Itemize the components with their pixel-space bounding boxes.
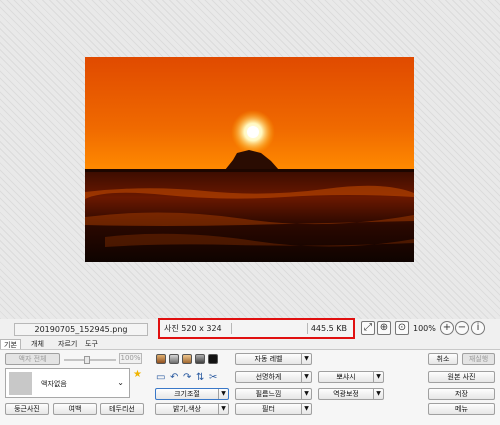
- chevron-down-icon[interactable]: ▼: [301, 372, 311, 382]
- menu-button[interactable]: 메뉴: [428, 403, 495, 415]
- margin-button[interactable]: 여백: [53, 403, 97, 415]
- frame-select-value: 액자없음: [41, 380, 67, 388]
- zoom-level: 100%: [413, 324, 436, 333]
- rotate-left-icon[interactable]: ↶: [170, 373, 178, 383]
- rounded-photo-button[interactable]: 둥근사진: [5, 403, 49, 415]
- frame-all-button[interactable]: 액자 전체: [5, 353, 60, 365]
- file-size: 445.5 KB: [310, 324, 347, 333]
- filter-button[interactable]: 필터 ▼: [235, 403, 312, 415]
- border-line-button[interactable]: 테두리선: [100, 403, 144, 415]
- original-photo-button[interactable]: 원본 사진: [428, 371, 495, 383]
- brightness-label: 밝기,색상: [173, 405, 201, 413]
- auto-level-label: 자동 레벨: [254, 355, 283, 363]
- frame-thumbnail: [9, 372, 32, 395]
- filename-field: 20190705_152945.png: [14, 323, 148, 336]
- resize-label: 크기조절: [174, 390, 200, 398]
- progress-area: [234, 323, 308, 334]
- chevron-down-icon[interactable]: ▼: [301, 354, 311, 364]
- sharpen-label: 선명하게: [255, 373, 282, 381]
- backlight-label: 역광보정: [333, 390, 359, 398]
- chevron-down-icon[interactable]: ▼: [373, 389, 383, 399]
- backlight-button[interactable]: 역광보정 ▼: [318, 388, 384, 400]
- chevron-down-icon[interactable]: ▼: [373, 372, 383, 382]
- resize-button[interactable]: 크기조절 ▼: [155, 388, 229, 400]
- frame-select[interactable]: 액자없음 ⌄: [5, 368, 130, 398]
- save-button[interactable]: 저장: [428, 388, 495, 400]
- slider-track: [64, 359, 116, 361]
- cancel-button[interactable]: 취소: [428, 353, 458, 365]
- filter-label: 필터: [262, 405, 275, 413]
- soft-glow-label: 뽀샤시: [336, 373, 356, 381]
- dark-tone-icon[interactable]: [195, 354, 205, 364]
- slider-thumb[interactable]: [84, 356, 90, 364]
- auto-level-button[interactable]: 자동 레벨 ▼: [235, 353, 312, 365]
- chevron-down-icon[interactable]: ▼: [301, 404, 311, 414]
- sharpen-button[interactable]: 선명하게 ▼: [235, 371, 312, 383]
- film-look-button[interactable]: 필름느낌 ▼: [235, 388, 312, 400]
- contrast-icon[interactable]: [208, 354, 218, 364]
- film-label: 필름느낌: [255, 390, 282, 398]
- info-icon[interactable]: i: [471, 321, 485, 335]
- rotate-right-icon[interactable]: ↷: [183, 373, 191, 383]
- frame-slider[interactable]: [64, 356, 116, 364]
- star-icon[interactable]: ★: [133, 369, 142, 380]
- image-dimensions: 사진 520 x 324: [164, 323, 232, 334]
- flip-icon[interactable]: ⇅: [196, 373, 204, 383]
- brightness-color-button[interactable]: 밝기,색상 ▼: [155, 403, 229, 415]
- fit-window-icon[interactable]: ⤢: [361, 321, 375, 335]
- zoom-out-icon[interactable]: −: [455, 321, 469, 335]
- chevron-down-icon: ⌄: [117, 378, 124, 387]
- zoom-fit-icon[interactable]: ⊙: [395, 321, 409, 335]
- sunset-photo[interactable]: [85, 57, 414, 262]
- chevron-down-icon[interactable]: ▼: [301, 389, 311, 399]
- open-folder-icon[interactable]: ▭: [156, 373, 165, 383]
- chevron-down-icon[interactable]: ▼: [218, 404, 228, 414]
- soft-glow-button[interactable]: 뽀샤시 ▼: [318, 371, 384, 383]
- image-canvas[interactable]: [0, 0, 500, 319]
- crop-icon[interactable]: ✂: [209, 373, 217, 383]
- sepia-tone-icon[interactable]: [182, 354, 192, 364]
- redo-button[interactable]: 재실행: [462, 353, 495, 365]
- brown-tone-icon[interactable]: [156, 354, 166, 364]
- zoom-in-icon[interactable]: +: [440, 321, 454, 335]
- zoom-actual-icon[interactable]: ⊕: [377, 321, 391, 335]
- chevron-down-icon[interactable]: ▼: [218, 389, 228, 399]
- gray-tone-icon[interactable]: [169, 354, 179, 364]
- frame-percent: 100%: [119, 353, 142, 364]
